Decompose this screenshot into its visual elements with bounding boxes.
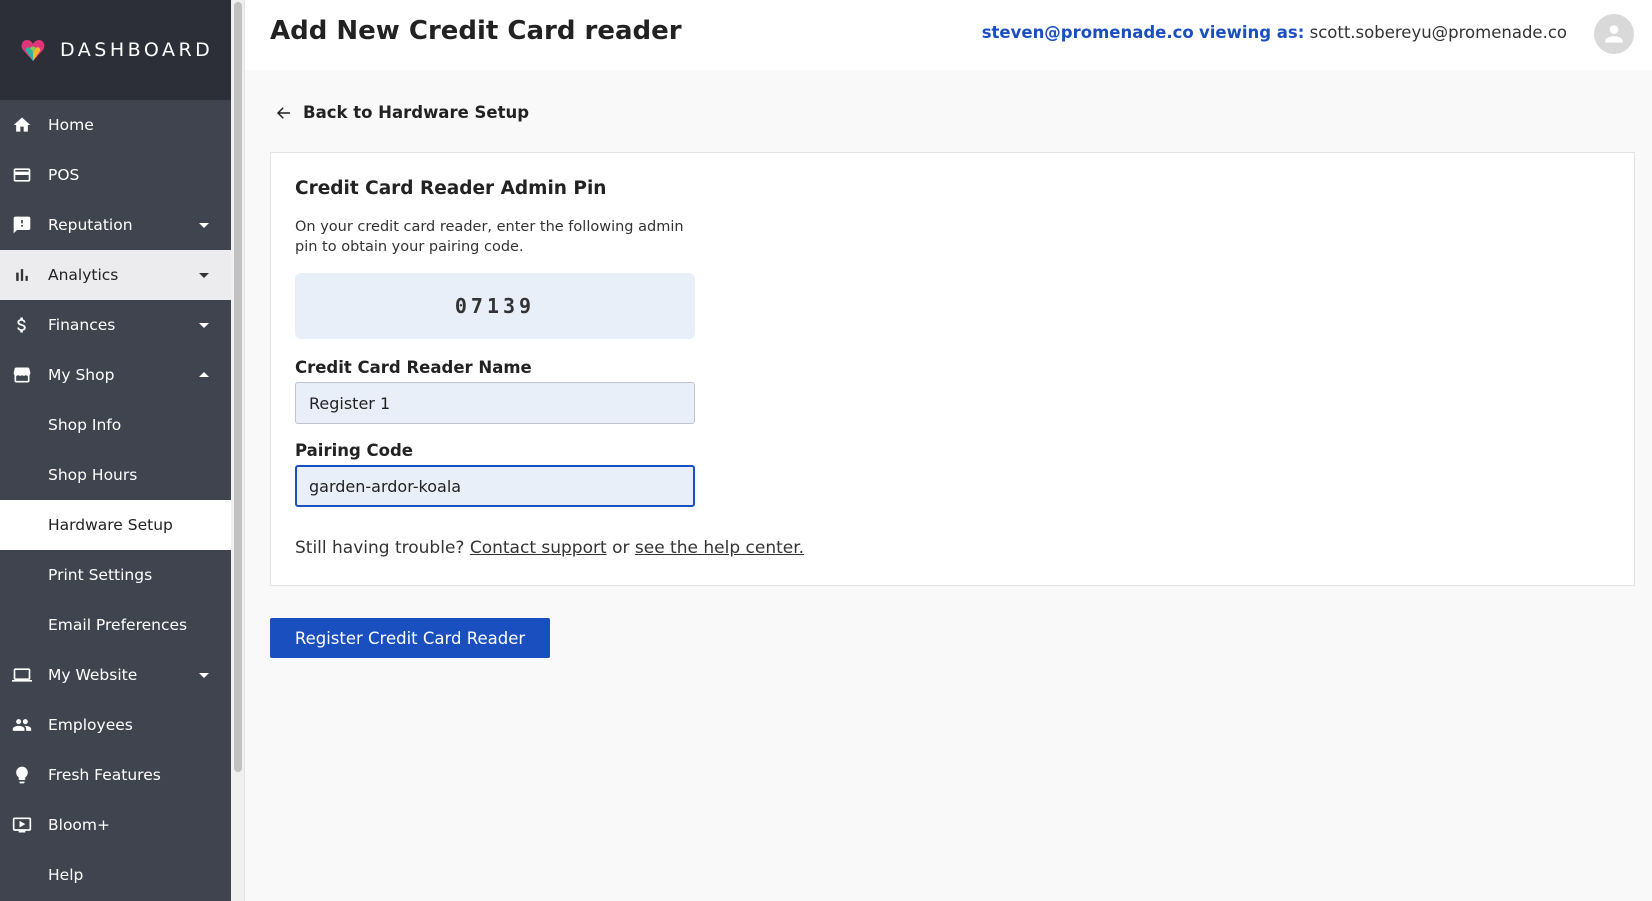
avatar[interactable] — [1594, 14, 1634, 54]
chevron-down-icon — [199, 273, 209, 278]
card-title: Credit Card Reader Admin Pin — [295, 178, 607, 199]
person-icon — [1605, 25, 1623, 43]
sidebar-item-label: Reputation — [48, 216, 133, 234]
back-link-label: Back to Hardware Setup — [303, 103, 530, 122]
lightbulb-icon — [12, 765, 32, 785]
sidebar-item-label: Finances — [48, 316, 116, 334]
sidebar: DASHBOARD Home POS Reputation Analytics … — [0, 0, 231, 901]
card-description: On your credit card reader, enter the fo… — [295, 219, 684, 255]
contact-support-link[interactable]: Contact support — [470, 538, 607, 558]
sidebar-item-label: Help — [48, 866, 84, 884]
back-to-hardware-setup-link[interactable]: Back to Hardware Setup — [275, 103, 529, 122]
sidebar-item-finances[interactable]: Finances — [0, 300, 231, 350]
sidebar-item-help[interactable]: Help — [0, 850, 231, 900]
page-title: Add New Credit Card reader — [270, 16, 682, 46]
sidebar-subitem-shop-info[interactable]: Shop Info — [0, 400, 231, 450]
help-center-link[interactable]: see the help center. — [635, 538, 804, 558]
chevron-down-icon — [199, 323, 209, 328]
admin-pin-display: 07139 — [295, 273, 695, 339]
chevron-down-icon — [199, 673, 209, 678]
sidebar-item-label: Shop Hours — [48, 466, 138, 484]
sidebar-item-reputation[interactable]: Reputation — [0, 200, 231, 250]
sidebar-item-bloom-plus[interactable]: Bloom+ — [0, 800, 231, 850]
arrow-left-icon — [276, 106, 290, 119]
viewing-as-label: viewing as: — [1199, 23, 1305, 42]
sidebar-subitem-print-settings[interactable]: Print Settings — [0, 550, 231, 600]
sidebar-item-employees[interactable]: Employees — [0, 700, 231, 750]
chevron-down-icon — [199, 223, 209, 228]
storefront-icon — [12, 365, 32, 385]
sidebar-item-label: Shop Info — [48, 416, 122, 434]
bar-chart-icon — [12, 265, 32, 285]
sidebar-item-fresh-features[interactable]: Fresh Features — [0, 750, 231, 800]
dollar-icon — [12, 315, 32, 335]
sidebar-item-label: Hardware Setup — [48, 516, 173, 534]
sidebar-item-label: Fresh Features — [48, 766, 161, 784]
credit-card-reader-form-card: Credit Card Reader Admin Pin On your cre… — [270, 152, 1635, 586]
top-bar: Add New Credit Card reader steven@promen… — [245, 0, 1652, 70]
chevron-up-icon — [199, 372, 209, 377]
review-icon — [12, 215, 32, 235]
sidebar-subitem-hardware-setup[interactable]: Hardware Setup — [0, 500, 231, 550]
current-user-email: steven@promenade.co — [981, 23, 1194, 42]
sidebar-subitem-shop-hours[interactable]: Shop Hours — [0, 450, 231, 500]
pos-card-icon — [12, 165, 32, 185]
user-info: steven@promenade.co viewing as: scott.so… — [982, 23, 1567, 42]
sidebar-item-label: Home — [48, 116, 94, 134]
sidebar-item-my-shop[interactable]: My Shop — [0, 350, 231, 400]
help-icon — [12, 865, 32, 885]
sidebar-scrollbar[interactable] — [231, 0, 245, 901]
sidebar-item-label: My Shop — [48, 366, 115, 384]
people-icon — [12, 715, 32, 735]
sidebar-item-pos[interactable]: POS — [0, 150, 231, 200]
app-logo-text[interactable]: DASHBOARD — [60, 39, 213, 61]
sidebar-item-label: My Website — [48, 666, 138, 684]
help-text: Still having trouble? Contact support or… — [295, 538, 804, 558]
sidebar-header: DASHBOARD — [0, 0, 231, 100]
sidebar-subitem-email-preferences[interactable]: Email Preferences — [0, 600, 231, 650]
sidebar-item-label: Bloom+ — [48, 816, 110, 834]
sidebar-item-label: Print Settings — [48, 566, 153, 584]
pairing-code-input[interactable] — [295, 465, 695, 507]
laptop-icon — [12, 665, 32, 685]
pairing-code-label: Pairing Code — [295, 441, 413, 460]
video-icon — [12, 815, 32, 835]
sidebar-item-label: Email Preferences — [48, 616, 188, 634]
sidebar-item-analytics[interactable]: Analytics — [0, 250, 231, 300]
sidebar-item-home[interactable]: Home — [0, 100, 231, 150]
help-prefix: Still having trouble? — [295, 538, 465, 558]
sidebar-item-label: POS — [48, 166, 80, 184]
reader-name-label: Credit Card Reader Name — [295, 358, 532, 377]
heart-logo-icon — [21, 40, 45, 61]
home-icon — [12, 115, 32, 135]
viewing-as-user-email: scott.sobereyu@promenade.co — [1309, 23, 1567, 42]
sidebar-item-label: Analytics — [48, 266, 119, 284]
my-shop-submenu: Shop Info Shop Hours Hardware Setup Prin… — [0, 400, 231, 650]
help-or: or — [612, 538, 630, 558]
reader-name-input[interactable] — [295, 382, 695, 424]
sidebar-item-label: Employees — [48, 716, 133, 734]
sidebar-item-my-website[interactable]: My Website — [0, 650, 231, 700]
sidebar-scrollbar-thumb[interactable] — [234, 2, 242, 772]
register-credit-card-reader-button[interactable]: Register Credit Card Reader — [270, 618, 550, 658]
